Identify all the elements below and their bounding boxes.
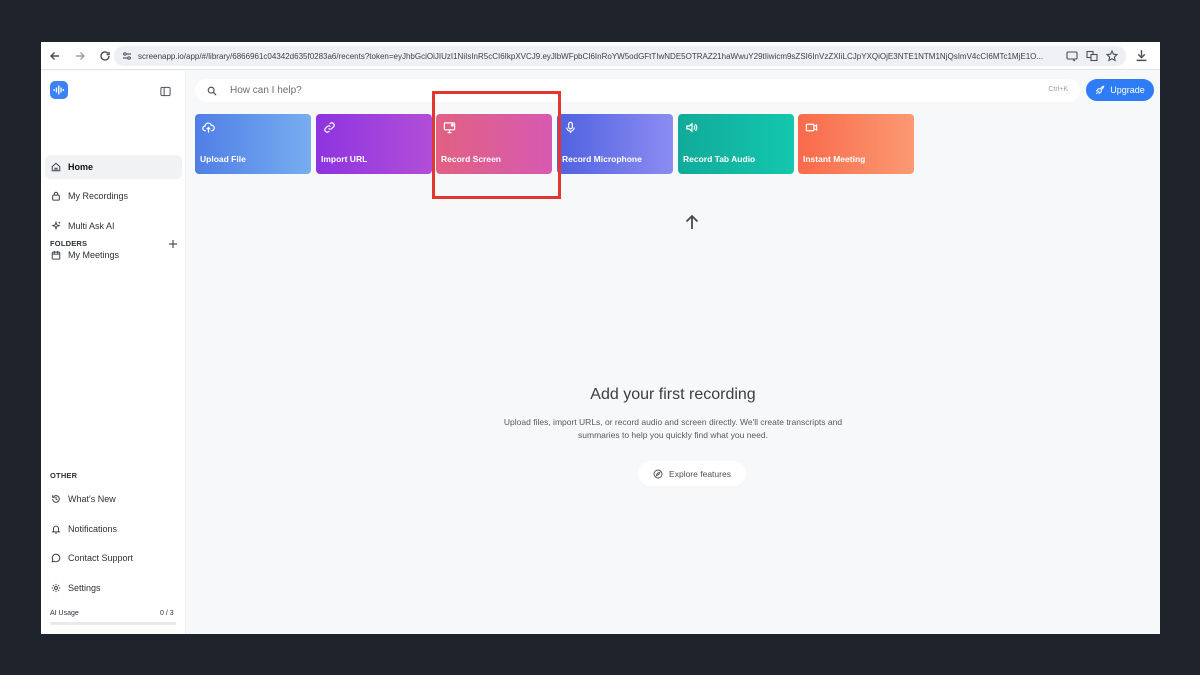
upload-file-card[interactable]: Upload File	[195, 114, 311, 174]
empty-state-title: Add your first recording	[590, 386, 756, 403]
link-icon	[324, 122, 335, 133]
chat-icon	[51, 553, 61, 563]
sidebar-item-home[interactable]: Home	[45, 155, 182, 179]
record-microphone-card[interactable]: Record Microphone	[557, 114, 673, 174]
ai-usage-label: AI Usage	[50, 610, 79, 617]
address-bar[interactable]: screenapp.io/app/#/library/6866961c04342…	[114, 46, 1126, 66]
rocket-icon	[1095, 85, 1105, 95]
card-label: Record Tab Audio	[683, 154, 756, 164]
sidebar-item-settings[interactable]: Settings	[45, 576, 182, 600]
bookmark-star-icon[interactable]	[1105, 49, 1119, 67]
url-text: screenapp.io/app/#/library/6866961c04342…	[138, 51, 1044, 61]
browser-window: screenapp.io/app/#/library/6866961c04342…	[41, 42, 1160, 634]
empty-state-description: Upload files, import URLs, or record aud…	[503, 417, 843, 440]
record-tab-audio-card[interactable]: Record Tab Audio	[678, 114, 794, 174]
calendar-icon	[51, 250, 61, 260]
search-bar[interactable]: Ctrl+K	[195, 79, 1080, 102]
ai-usage-count: 0 / 3	[160, 610, 174, 617]
sparkle-icon	[51, 221, 61, 231]
bell-icon	[51, 525, 61, 534]
instant-meeting-card[interactable]: Instant Meeting	[798, 114, 914, 174]
cloud-upload-icon	[202, 122, 215, 133]
card-label: Import URL	[321, 154, 368, 164]
card-label: Upload File	[200, 154, 246, 164]
record-screen-highlight-box	[432, 91, 561, 199]
sidebar-item-label: What's New	[68, 494, 116, 504]
speaker-icon	[686, 122, 698, 133]
search-icon	[207, 86, 217, 96]
sidebar-item-label: Settings	[68, 583, 101, 593]
history-icon	[52, 495, 60, 503]
search-input[interactable]	[230, 85, 1010, 96]
gear-icon	[51, 583, 61, 593]
card-label: Instant Meeting	[803, 154, 866, 164]
download-icon[interactable]	[1135, 49, 1148, 67]
sidebar-item-my-recordings[interactable]: My Recordings	[45, 184, 182, 208]
browser-toolbar: screenapp.io/app/#/library/6866961c04342…	[41, 42, 1160, 70]
sidebar-item-notifications[interactable]: Notifications	[45, 517, 182, 541]
sidebar-item-contact-support[interactable]: Contact Support	[45, 546, 182, 570]
sidebar-item-whats-new[interactable]: What's New	[45, 487, 182, 511]
sidebar-item-label: My Recordings	[68, 191, 129, 201]
sidebar-item-multi-ask-ai[interactable]: Multi Ask AI	[45, 214, 182, 238]
screenapp-logo-icon[interactable]	[50, 81, 68, 99]
explore-features-button[interactable]: Explore features	[638, 461, 746, 486]
sidebar-item-label: Multi Ask AI	[68, 221, 115, 231]
import-url-card[interactable]: Import URL	[316, 114, 432, 174]
sidebar-item-label: Home	[68, 162, 94, 172]
card-label: Record Microphone	[562, 154, 642, 164]
forward-arrow-icon[interactable]	[69, 45, 91, 67]
sidebar-item-label: Contact Support	[68, 553, 134, 563]
sidebar-item-label: Notifications	[68, 524, 118, 534]
reload-icon[interactable]	[94, 45, 116, 67]
site-settings-icon[interactable]	[120, 49, 134, 63]
upgrade-button[interactable]: Upgrade	[1086, 79, 1154, 101]
sidebar-toggle-icon[interactable]	[160, 84, 171, 102]
folders-heading: FOLDERS	[50, 239, 88, 248]
video-icon	[805, 123, 818, 132]
microphone-icon	[566, 121, 575, 134]
cast-icon[interactable]	[1066, 49, 1078, 67]
back-arrow-icon[interactable]	[44, 45, 66, 67]
lock-icon	[52, 191, 60, 201]
add-folder-plus-icon[interactable]	[168, 236, 178, 254]
ai-usage-progress-bar	[50, 622, 176, 625]
upgrade-label: Upgrade	[1110, 85, 1145, 95]
sidebar-item-label: My Meetings	[68, 250, 120, 260]
explore-features-label: Explore features	[669, 468, 731, 479]
main-content: Ctrl+K Upgrade Upload File Import URL Re…	[186, 71, 1160, 634]
home-icon	[51, 162, 61, 172]
search-shortcut-hint: Ctrl+K	[1048, 86, 1068, 93]
other-heading: OTHER	[50, 471, 78, 480]
up-arrow-icon	[683, 213, 701, 236]
sidebar: Home My Recordings Multi Ask AI My Meeti…	[41, 71, 186, 634]
translate-icon[interactable]	[1086, 49, 1098, 67]
compass-icon	[653, 469, 663, 478]
